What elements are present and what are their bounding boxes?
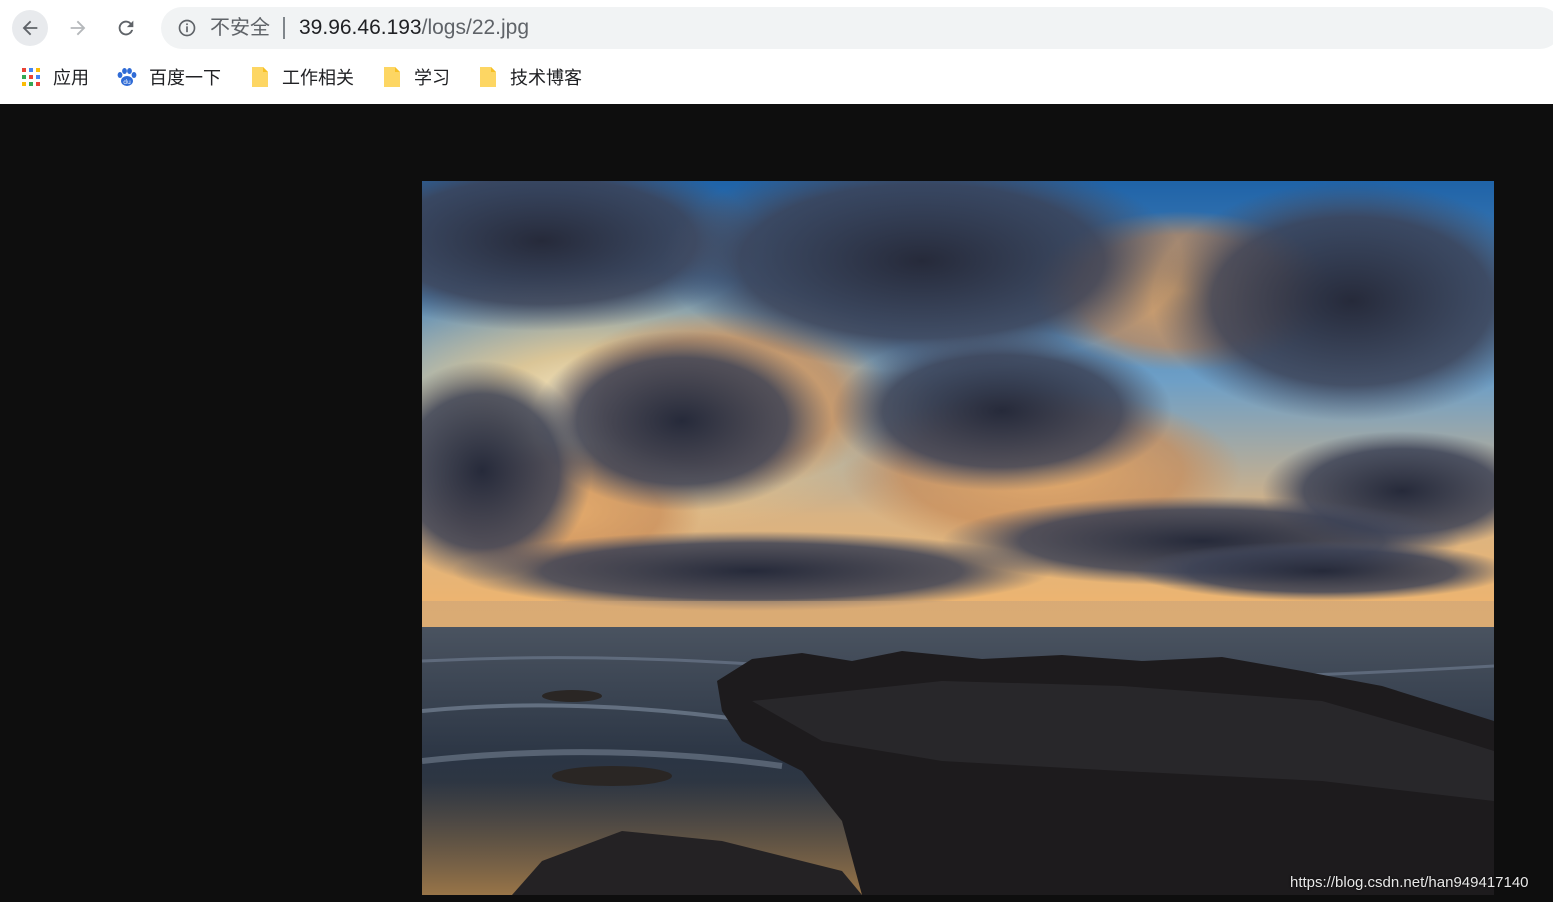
bookmark-label: 百度一下 — [149, 68, 221, 88]
folder-icon — [477, 66, 499, 88]
folder-icon — [249, 66, 271, 88]
folder-icon — [381, 66, 403, 88]
seascape-sunset-photo — [422, 181, 1494, 895]
bookmark-label: 工作相关 — [282, 68, 354, 88]
apps-grid-icon — [20, 66, 42, 88]
info-icon[interactable] — [177, 18, 197, 38]
displayed-image[interactable] — [422, 181, 1494, 895]
watermark-text: https://blog.csdn.net/han949417140 — [1290, 874, 1529, 891]
bookmark-label: 技术博客 — [510, 68, 582, 88]
url-path: /logs/22.jpg — [421, 16, 530, 39]
baidu-paw-icon: du — [116, 66, 138, 88]
bookmark-folder-work[interactable]: 工作相关 — [249, 58, 354, 96]
browser-chrome: 不安全 39.96.46.193/logs/22.jpg 应用 du 百度一下 … — [0, 0, 1553, 104]
security-status[interactable]: 不安全 — [210, 17, 270, 39]
bookmarks-bar: 应用 du 百度一下 工作相关 学习 技术博客 — [0, 58, 1553, 96]
bookmark-folder-blog[interactable]: 技术博客 — [477, 58, 582, 96]
address-bar[interactable]: 不安全 39.96.46.193/logs/22.jpg — [161, 7, 1553, 49]
bookmark-label: 应用 — [53, 68, 89, 88]
svg-text:du: du — [123, 79, 131, 86]
bookmark-folder-study[interactable]: 学习 — [381, 58, 450, 96]
reload-button[interactable] — [108, 10, 144, 46]
bookmark-label: 学习 — [414, 68, 450, 88]
url-text[interactable]: 39.96.46.193/logs/22.jpg — [299, 16, 529, 40]
arrow-left-icon — [22, 20, 38, 36]
bookmark-baidu[interactable]: du 百度一下 — [116, 58, 221, 96]
arrow-right-icon — [70, 20, 86, 36]
address-separator — [283, 17, 285, 39]
back-button[interactable] — [12, 10, 48, 46]
bookmark-apps[interactable]: 应用 — [20, 58, 89, 96]
url-host: 39.96.46.193 — [299, 16, 422, 39]
reload-icon — [118, 20, 134, 36]
forward-button[interactable] — [60, 10, 96, 46]
